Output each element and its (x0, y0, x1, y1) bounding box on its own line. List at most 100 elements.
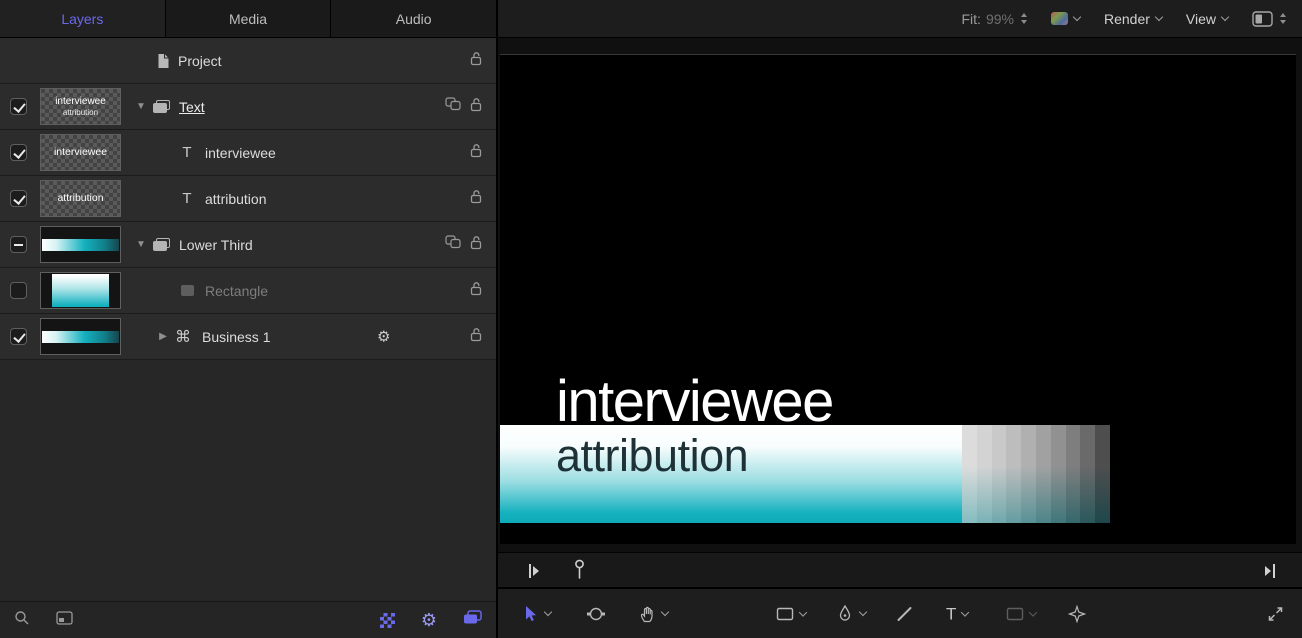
layer-name[interactable]: attribution (205, 191, 266, 207)
settings-gear-icon[interactable]: ⚙ (377, 329, 390, 344)
disclosure-triangle[interactable]: ▼ (133, 101, 149, 112)
layers-stack-icon[interactable] (463, 610, 482, 630)
mask-tool[interactable] (1006, 606, 1036, 621)
visibility-checkbox[interactable] (10, 282, 27, 299)
play-range-in-marker[interactable] (528, 563, 540, 584)
zoom-fit-control[interactable]: Fit: 99% (962, 11, 1027, 27)
canvas-headline-text[interactable]: interviewee (556, 373, 833, 431)
chevron-down-icon (961, 608, 969, 616)
project-row[interactable]: Project (0, 38, 496, 84)
layer-row-rectangle[interactable]: Rectangle (0, 268, 496, 314)
zoom-stepper[interactable] (1021, 13, 1027, 24)
gradient-segment (1021, 425, 1036, 523)
thumb-text: interviewee (54, 146, 107, 158)
layer-row-business-1[interactable]: ▶ ⌘ Business 1 ⚙ (0, 314, 496, 360)
layer-row-text-group[interactable]: interviewee attribution ▼ Text (0, 84, 496, 130)
layer-row-attribution[interactable]: attribution T attribution (0, 176, 496, 222)
text-tool-icon: T (946, 605, 956, 622)
lock-icon[interactable] (469, 235, 483, 255)
play-range-out-marker[interactable] (1264, 563, 1276, 584)
canvas-toolbar: Fit: 99% Render View (498, 0, 1302, 38)
edit-points-tool[interactable] (586, 605, 606, 623)
text-tool[interactable]: T (946, 605, 968, 622)
zoom-level-value: 99% (986, 11, 1014, 27)
panel-tab-bar: Layers Media Audio (0, 0, 496, 38)
mask-rectangle-icon (1006, 606, 1024, 621)
document-icon (157, 53, 170, 69)
layer-name[interactable]: Rectangle (205, 283, 268, 299)
lock-icon[interactable] (469, 97, 483, 117)
visibility-checkbox[interactable] (10, 190, 27, 207)
pan-hand-tool[interactable] (638, 605, 668, 623)
lock-icon[interactable] (469, 189, 483, 209)
layer-thumbnail (40, 226, 121, 263)
gradient-segment (977, 425, 992, 523)
gradient-segment (1036, 425, 1051, 523)
hand-icon (638, 605, 656, 623)
layer-name[interactable]: Lower Third (179, 237, 253, 253)
fullscreen-expand-icon[interactable] (1267, 605, 1284, 622)
gradient-segment (1066, 425, 1081, 523)
gradient-segment (1051, 425, 1066, 523)
thumbnail-display-icon[interactable] (56, 611, 73, 630)
lock-icon[interactable] (469, 143, 483, 163)
visibility-checkbox[interactable] (10, 328, 27, 345)
tab-layers[interactable]: Layers (0, 0, 166, 37)
mini-timeline[interactable] (498, 552, 1302, 588)
layer-name[interactable]: Business 1 (202, 329, 270, 345)
lock-icon[interactable] (469, 327, 483, 347)
gear-icon[interactable]: ⚙ (421, 611, 437, 629)
visibility-checkbox[interactable] (10, 236, 27, 253)
canvas-subline-text[interactable]: attribution (556, 433, 748, 478)
select-transform-tool[interactable] (522, 605, 551, 623)
layers-list: Project interviewee attribution ▼ (0, 38, 496, 601)
playhead-marker[interactable] (574, 559, 585, 586)
layer-name[interactable]: interviewee (205, 145, 276, 161)
lock-icon[interactable] (469, 281, 483, 301)
rectangle-icon (776, 606, 794, 621)
display-options-control[interactable] (1252, 11, 1286, 27)
channels-menu[interactable] (1051, 12, 1080, 25)
lock-icon[interactable] (469, 51, 483, 71)
layer-row-lower-third[interactable]: ▼ Lower Third (0, 222, 496, 268)
thumb-text: interviewee (55, 96, 106, 108)
sparkle-wand-icon (1068, 605, 1086, 623)
blend-mode-icon[interactable] (445, 235, 461, 254)
disclosure-triangle[interactable]: ▼ (133, 239, 149, 250)
tab-media[interactable]: Media (166, 0, 332, 37)
layer-name[interactable]: Text (179, 99, 205, 115)
color-channels-icon (1051, 12, 1068, 25)
rectangle-shape-tool[interactable] (776, 606, 806, 621)
visibility-checkbox[interactable] (10, 98, 27, 115)
text-layer-icon: T (178, 144, 196, 161)
disclosure-triangle[interactable]: ▶ (155, 331, 171, 342)
layer-thumbnail: attribution (40, 180, 121, 217)
bezier-circle-icon (586, 605, 606, 623)
bezier-pen-tool[interactable] (836, 605, 866, 623)
visibility-checkbox[interactable] (10, 144, 27, 161)
tools-bar: T (498, 588, 1302, 638)
display-icon (1252, 11, 1273, 27)
paint-stroke-tool[interactable] (896, 605, 913, 622)
thumb-text: attribution (57, 192, 103, 204)
stroke-line-icon (896, 605, 913, 622)
canvas-viewport[interactable]: interviewee attribution (498, 38, 1302, 552)
render-menu[interactable]: Render (1104, 11, 1162, 27)
chevron-down-icon (1073, 13, 1081, 21)
group-icon (153, 238, 170, 252)
blend-mode-icon[interactable] (445, 97, 461, 116)
search-icon[interactable] (14, 610, 30, 631)
group-icon (153, 100, 170, 114)
canvas-area: Fit: 99% Render View int (498, 0, 1302, 638)
layer-thumbnail (40, 318, 121, 355)
adjust-glyph-tool[interactable] (1068, 605, 1086, 623)
tab-audio[interactable]: Audio (331, 0, 496, 37)
project-label: Project (178, 53, 222, 69)
view-menu[interactable]: View (1186, 11, 1228, 27)
lower-third-bar[interactable]: attribution (500, 425, 1110, 523)
layer-row-interviewee[interactable]: interviewee T interviewee (0, 130, 496, 176)
transparency-checker-icon[interactable] (380, 613, 395, 628)
video-frame[interactable]: interviewee attribution (500, 54, 1296, 544)
chevron-down-icon (1029, 608, 1037, 616)
display-stepper[interactable] (1280, 13, 1286, 24)
